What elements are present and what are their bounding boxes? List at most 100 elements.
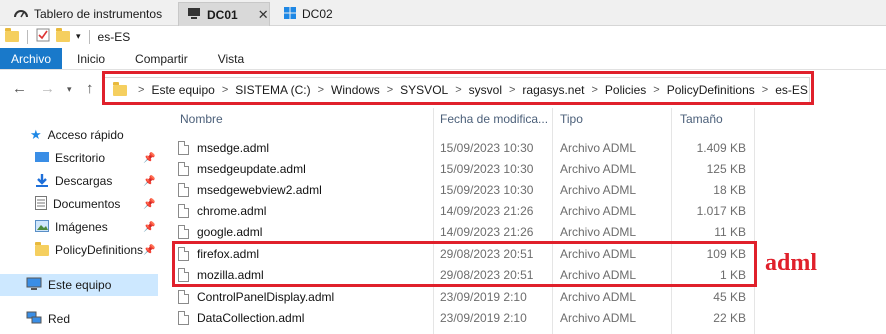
document-icon bbox=[178, 289, 189, 304]
chevron-right-icon[interactable]: > bbox=[222, 84, 228, 96]
file-name: firefox.adml bbox=[197, 246, 260, 261]
recent-locations-chevron-icon[interactable]: ▾ bbox=[67, 84, 72, 95]
navigation-pane: ★ Acceso rápido Escritorio 📌 Descargas 📌… bbox=[0, 108, 158, 334]
breadcrumb-item[interactable]: SISTEMA (C:) bbox=[235, 83, 310, 97]
file-type: Archivo ADML bbox=[560, 310, 637, 325]
pin-icon[interactable]: 📌 bbox=[143, 245, 155, 256]
breadcrumb-item[interactable]: Windows bbox=[331, 83, 380, 97]
chevron-right-icon[interactable]: > bbox=[387, 84, 393, 96]
forward-arrow-icon[interactable]: → bbox=[40, 80, 55, 97]
file-list: Nombre Fecha de modifica... Tipo Tamaño … bbox=[170, 108, 886, 334]
column-header-name[interactable]: Nombre bbox=[180, 108, 223, 130]
nav-label: Acceso rápido bbox=[47, 128, 124, 142]
file-date: 15/09/2023 10:30 bbox=[440, 161, 534, 176]
breadcrumb-item[interactable]: Policies bbox=[605, 83, 646, 97]
file-size: 125 KB bbox=[706, 161, 746, 176]
nav-label: Imágenes bbox=[55, 220, 108, 234]
up-arrow-icon[interactable]: ↑ bbox=[86, 80, 94, 97]
file-type: Archivo ADML bbox=[560, 289, 637, 304]
documents-icon bbox=[35, 195, 47, 213]
chevron-right-icon[interactable]: > bbox=[653, 84, 659, 96]
tab-home[interactable]: Inicio bbox=[62, 48, 120, 69]
address-bar[interactable]: > Este equipo > SISTEMA (C:) > Windows >… bbox=[104, 77, 810, 103]
tab-label: Tablero de instrumentos bbox=[34, 7, 163, 21]
table-row[interactable]: chrome.adml 14/09/2023 21:26 Archivo ADM… bbox=[170, 200, 886, 221]
breadcrumb-item[interactable]: PolicyDefinitions bbox=[667, 83, 755, 97]
tab-share[interactable]: Compartir bbox=[120, 48, 203, 69]
tab-label: DC02 bbox=[302, 7, 333, 21]
column-header-date[interactable]: Fecha de modifica... bbox=[440, 108, 548, 130]
pin-icon[interactable]: 📌 bbox=[143, 153, 155, 164]
chevron-right-icon[interactable]: > bbox=[762, 84, 768, 96]
tab-dc02[interactable]: DC02 bbox=[276, 2, 341, 26]
chevron-right-icon[interactable]: > bbox=[138, 84, 144, 96]
file-size: 11 KB bbox=[714, 224, 746, 239]
file-date: 23/09/2019 2:10 bbox=[440, 289, 527, 304]
chevron-right-icon[interactable]: > bbox=[318, 84, 324, 96]
file-type: Archivo ADML bbox=[560, 140, 637, 155]
column-header-type[interactable]: Tipo bbox=[560, 108, 583, 130]
table-row[interactable]: msedge.adml 15/09/2023 10:30 Archivo ADM… bbox=[170, 137, 886, 158]
nav-network[interactable]: Red bbox=[0, 308, 158, 330]
tab-dc01[interactable]: DC01 ✕ bbox=[178, 2, 270, 26]
file-date: 14/09/2023 21:26 bbox=[440, 203, 534, 218]
breadcrumb-item[interactable]: es-ES bbox=[775, 83, 808, 97]
column-header-size[interactable]: Tamaño bbox=[680, 108, 723, 130]
file-name: msedgewebview2.adml bbox=[197, 182, 322, 197]
table-row[interactable]: DataCollection.adml 23/09/2019 2:10 Arch… bbox=[170, 307, 886, 328]
tab-view[interactable]: Vista bbox=[203, 48, 259, 69]
folder-icon bbox=[113, 81, 127, 96]
new-folder-icon[interactable] bbox=[56, 28, 70, 42]
table-row[interactable]: google.adml 14/09/2023 21:26 Archivo ADM… bbox=[170, 221, 886, 242]
file-name: mozilla.adml bbox=[197, 267, 264, 282]
address-row: ← → ▾ ↑ > Este equipo > SISTEMA (C:) > W… bbox=[0, 72, 886, 106]
file-type: Archivo ADML bbox=[560, 224, 637, 239]
tab-file[interactable]: Archivo bbox=[0, 48, 63, 69]
pin-icon[interactable]: 📌 bbox=[143, 176, 155, 187]
file-size: 18 KB bbox=[713, 182, 746, 197]
table-row[interactable]: ControlPanelDisplay.adml 23/09/2019 2:10… bbox=[170, 286, 886, 307]
star-icon: ★ bbox=[30, 127, 42, 142]
file-size: 1.017 KB bbox=[696, 203, 746, 218]
server-icon bbox=[187, 7, 201, 22]
breadcrumb-item[interactable]: SYSVOL bbox=[400, 83, 448, 97]
file-date: 23/09/2019 2:10 bbox=[440, 310, 527, 325]
breadcrumb-item[interactable]: Este equipo bbox=[151, 83, 214, 97]
file-type: Archivo ADML bbox=[560, 182, 637, 197]
close-icon[interactable]: ✕ bbox=[258, 7, 269, 23]
file-name: DataCollection.adml bbox=[197, 310, 305, 325]
file-type: Archivo ADML bbox=[560, 246, 637, 261]
table-row[interactable]: msedgewebview2.adml 15/09/2023 10:30 Arc… bbox=[170, 179, 886, 200]
nav-item-imagenes[interactable]: Imágenes 📌 bbox=[0, 216, 158, 238]
chevron-right-icon[interactable]: > bbox=[591, 84, 597, 96]
chevron-right-icon[interactable]: > bbox=[509, 84, 515, 96]
nav-item-policydefinitions[interactable]: PolicyDefinitions 📌 bbox=[0, 239, 158, 261]
file-date: 15/09/2023 10:30 bbox=[440, 140, 534, 155]
table-row[interactable]: msedgeupdate.adml 15/09/2023 10:30 Archi… bbox=[170, 158, 886, 179]
chevron-down-icon[interactable]: ▾ bbox=[76, 31, 81, 42]
nav-item-documentos[interactable]: Documentos 📌 bbox=[0, 193, 158, 215]
pin-icon[interactable]: 📌 bbox=[143, 222, 155, 233]
separator bbox=[88, 29, 90, 44]
file-date: 14/09/2023 21:26 bbox=[440, 224, 534, 239]
file-size: 22 KB bbox=[713, 310, 746, 325]
nav-item-escritorio[interactable]: Escritorio 📌 bbox=[0, 147, 158, 169]
file-name: msedge.adml bbox=[197, 140, 270, 155]
nav-quick-access[interactable]: ★ Acceso rápido bbox=[0, 124, 158, 146]
pin-icon[interactable]: 📌 bbox=[143, 199, 155, 210]
connection-tab-strip: Tablero de instrumentos DC01 ✕ DC02 bbox=[0, 0, 886, 26]
nav-label: Escritorio bbox=[55, 151, 106, 165]
properties-icon[interactable] bbox=[36, 28, 50, 45]
chevron-right-icon[interactable]: > bbox=[455, 84, 461, 96]
breadcrumb-item[interactable]: sysvol bbox=[469, 83, 502, 97]
nav-item-descargas[interactable]: Descargas 📌 bbox=[0, 170, 158, 192]
file-size: 1.409 KB bbox=[696, 140, 746, 155]
annotation-label: adml bbox=[765, 250, 818, 276]
breadcrumb-item[interactable]: ragasys.net bbox=[522, 83, 584, 97]
back-arrow-icon[interactable]: ← bbox=[12, 80, 27, 97]
downloads-icon bbox=[35, 173, 49, 190]
tab-dashboard[interactable]: Tablero de instrumentos bbox=[6, 2, 170, 26]
desktop-icon bbox=[35, 151, 49, 166]
nav-this-pc[interactable]: Este equipo bbox=[0, 274, 158, 296]
ribbon-tabs: Archivo Inicio Compartir Vista bbox=[0, 48, 886, 70]
